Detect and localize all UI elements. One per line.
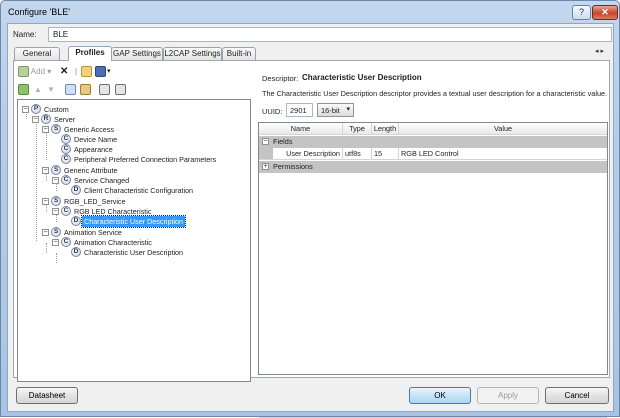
- column-header-value[interactable]: Value: [399, 123, 607, 135]
- open-folder-icon[interactable]: [81, 65, 92, 79]
- close-button[interactable]: ✕: [592, 5, 618, 20]
- collapse-icon[interactable]: −: [52, 239, 59, 246]
- characteristic-icon: C: [61, 206, 71, 216]
- tab-scroll-right-icon[interactable]: ▸: [601, 48, 607, 55]
- characteristic-icon: C: [61, 144, 71, 154]
- cell-type[interactable]: utf8s: [343, 148, 372, 160]
- tab-profiles[interactable]: Profiles: [68, 46, 112, 61]
- delete-icon[interactable]: ✕: [60, 65, 68, 79]
- profile-tree[interactable]: − P Custom − R Server − S Generic Access…: [17, 99, 251, 382]
- move-up-icon[interactable]: ▲: [34, 83, 42, 97]
- descriptor-name: Characteristic User Description: [302, 73, 422, 82]
- help-button[interactable]: ?: [572, 5, 591, 20]
- datasheet-button[interactable]: Datasheet: [16, 387, 78, 404]
- characteristic-icon: C: [61, 175, 71, 185]
- descriptor-description: The Characteristic User Description desc…: [262, 89, 608, 98]
- tree-node-cud-selected[interactable]: D Characteristic User Description: [18, 215, 248, 228]
- tab-general[interactable]: General: [14, 47, 60, 60]
- service-icon: S: [51, 165, 61, 175]
- move-down-icon[interactable]: ▼: [47, 83, 55, 97]
- collapse-icon[interactable]: −: [42, 126, 49, 133]
- profiles-panel: Add ▾ ✕ | ▾ ▲ ▼ − P Custom − R Server − …: [13, 60, 610, 418]
- collapse-icon[interactable]: −: [42, 229, 49, 236]
- uuid-size-value: 16-bit: [321, 106, 340, 115]
- descriptor-icon: D: [71, 216, 81, 226]
- row-gutter: [259, 148, 273, 160]
- save-dropdown-icon[interactable]: ▾: [107, 65, 111, 79]
- add-label: Add: [30, 67, 46, 76]
- role-icon: R: [41, 114, 51, 124]
- category-fields[interactable]: − Fields: [259, 136, 607, 148]
- add-icon: [18, 66, 29, 78]
- add-dropdown-icon: ▾: [47, 67, 52, 76]
- tree-node-label: Peripheral Preferred Connection Paramete…: [74, 155, 217, 164]
- service-icon: S: [51, 227, 61, 237]
- tab-gap-settings[interactable]: GAP Settings: [111, 47, 163, 60]
- expand-icon[interactable]: +: [262, 163, 269, 170]
- column-header-length[interactable]: Length: [372, 123, 399, 135]
- tree-toolbar-top: Add ▾ ✕ | ▾: [17, 64, 251, 81]
- descriptor-label: Descriptor:: [262, 74, 299, 83]
- save-icon[interactable]: [95, 65, 106, 79]
- descriptor-icon: D: [71, 247, 81, 257]
- uuid-field[interactable]: 2901: [286, 103, 313, 117]
- characteristic-icon: C: [61, 154, 71, 164]
- collapse-icon[interactable]: −: [32, 116, 39, 123]
- apply-button[interactable]: Apply: [477, 387, 539, 404]
- profile-tree-pane: Add ▾ ✕ | ▾ ▲ ▼ − P Custom − R Server − …: [17, 64, 251, 382]
- tree-node-label: Characteristic User Description: [80, 215, 187, 228]
- export-icon[interactable]: [115, 83, 126, 97]
- service-icon: S: [51, 196, 61, 206]
- tab-scroll-arrows[interactable]: ◂▸: [595, 47, 606, 55]
- chevron-down-icon: ▾: [346, 106, 350, 113]
- descriptor-property-grid[interactable]: Name Type Length Value − Fields User Des…: [258, 122, 608, 418]
- add-button[interactable]: Add ▾: [18, 65, 51, 79]
- characteristic-icon: C: [61, 134, 71, 144]
- configure-window: Configure 'BLE' ? ✕ Name: BLE General Pr…: [0, 0, 620, 418]
- service-icon: S: [51, 124, 61, 134]
- uuid-size-select[interactable]: 16-bit ▾: [317, 103, 354, 117]
- collapse-icon[interactable]: −: [22, 106, 29, 113]
- descriptor-pane: Descriptor: Characteristic User Descript…: [258, 64, 608, 418]
- collapse-icon[interactable]: −: [42, 167, 49, 174]
- column-header-name[interactable]: Name: [259, 123, 343, 135]
- add-node-icon[interactable]: [18, 83, 29, 97]
- collapse-icon[interactable]: −: [262, 138, 269, 145]
- title-bar: Configure 'BLE' ? ✕: [1, 1, 619, 23]
- paste-icon[interactable]: [80, 83, 91, 97]
- cell-length[interactable]: 15: [372, 148, 399, 160]
- copy-icon[interactable]: [65, 83, 76, 97]
- characteristic-icon: C: [61, 237, 71, 247]
- tree-node-label: Client Characteristic Configuration: [84, 186, 194, 195]
- uuid-label: UUID:: [262, 107, 283, 116]
- collapse-icon[interactable]: −: [52, 177, 59, 184]
- name-field[interactable]: BLE: [48, 27, 612, 42]
- ok-button[interactable]: OK: [409, 387, 471, 404]
- collapse-icon[interactable]: −: [52, 208, 59, 215]
- descriptor-icon: D: [71, 185, 81, 195]
- cell-name: User Description: [273, 148, 343, 160]
- dialog-body: Name: BLE General Profiles GAP Settings …: [7, 23, 614, 418]
- toolbar-separator: |: [75, 67, 78, 76]
- category-label: Permissions: [273, 162, 313, 171]
- cancel-button[interactable]: Cancel: [545, 387, 609, 404]
- tree-node-label: Characteristic User Description: [84, 248, 184, 257]
- category-label: Fields: [273, 137, 293, 146]
- tab-l2cap-settings[interactable]: L2CAP Settings: [163, 47, 222, 60]
- tree-toolbar-bottom: ▲ ▼: [17, 82, 251, 98]
- category-permissions[interactable]: + Permissions: [259, 161, 607, 173]
- collapse-icon[interactable]: −: [42, 198, 49, 205]
- profile-icon: P: [31, 104, 41, 114]
- import-icon[interactable]: [99, 83, 110, 97]
- window-title: Configure 'BLE': [8, 7, 70, 17]
- name-label: Name:: [13, 30, 37, 39]
- tree-node-ppcp[interactable]: C Peripheral Preferred Connection Parame…: [18, 154, 248, 165]
- tree-node-ccc[interactable]: D Client Characteristic Configuration: [18, 185, 248, 196]
- tab-built-in[interactable]: Built-in: [222, 47, 256, 60]
- column-header-type[interactable]: Type: [343, 123, 372, 135]
- tree-node-cud[interactable]: D Characteristic User Description: [18, 247, 248, 258]
- cell-value[interactable]: RGB LED Control: [399, 148, 607, 160]
